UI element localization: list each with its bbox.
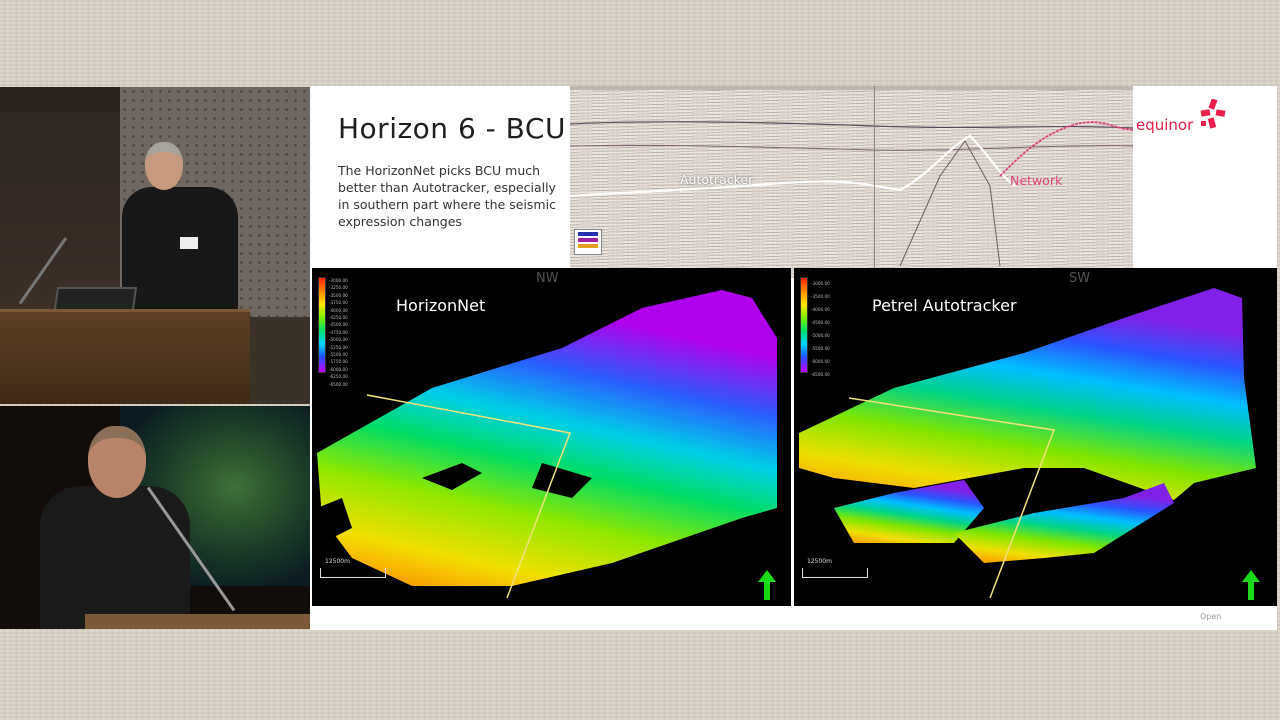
camera-feed-closeup: [0, 406, 310, 629]
classification-label: Open: [1200, 612, 1222, 621]
north-arrow-icon: [758, 570, 776, 600]
horizonnet-depth-map: -3000.00 -3250.00 -3500.00 -3750.00 -400…: [312, 268, 791, 606]
sw-orientation-label: SW: [1069, 271, 1091, 286]
wall-shadow: [0, 87, 125, 317]
autotracker-label: Autotracker: [680, 172, 754, 187]
seismic-section-image: Autotracker Network: [570, 86, 1133, 278]
podium: [0, 309, 250, 404]
autotracker-depth-map: -3000.00 -3500.00 -4000.00 -4500.00 -500…: [794, 268, 1277, 606]
network-label: Network: [1010, 173, 1063, 188]
presentation-slide: Horizon 6 - BCU The HorizonNet picks BCU…: [310, 86, 1277, 630]
equinor-logo-text: equinor: [1136, 116, 1194, 134]
nw-orientation-label: NW: [536, 271, 559, 286]
equinor-star-icon: [1200, 99, 1226, 129]
autotracker-title: Petrel Autotracker: [872, 296, 1017, 315]
slide-description: The HorizonNet picks BCU much better tha…: [338, 163, 556, 229]
color-scale-ticks: -3000.00 -3500.00 -4000.00 -4500.00 -500…: [811, 281, 830, 377]
distance-scale-bar: 12500m: [320, 558, 386, 578]
color-scale-bar: [318, 277, 326, 373]
color-scale-ticks: -3000.00 -3250.00 -3500.00 -3750.00 -400…: [329, 278, 348, 387]
camera-feed-podium: [0, 87, 310, 404]
north-arrow-icon: [1242, 570, 1260, 600]
distance-scale-bar: 12500m: [802, 558, 868, 578]
presenter-closeup-head: [88, 426, 146, 498]
presenter-body: [122, 187, 238, 312]
horizonnet-title: HorizonNet: [396, 296, 486, 315]
desk: [85, 614, 310, 629]
autotracker-surface: [799, 288, 1256, 599]
name-badge: [180, 237, 198, 249]
slide-title: Horizon 6 - BCU: [338, 112, 566, 145]
section-bend-line: [874, 86, 875, 278]
presenter-closeup-body: [40, 486, 190, 629]
horizonnet-surface: [317, 290, 777, 599]
presenter-head: [145, 142, 183, 190]
seismic-legend: [574, 229, 602, 255]
color-scale-bar: [800, 277, 808, 373]
